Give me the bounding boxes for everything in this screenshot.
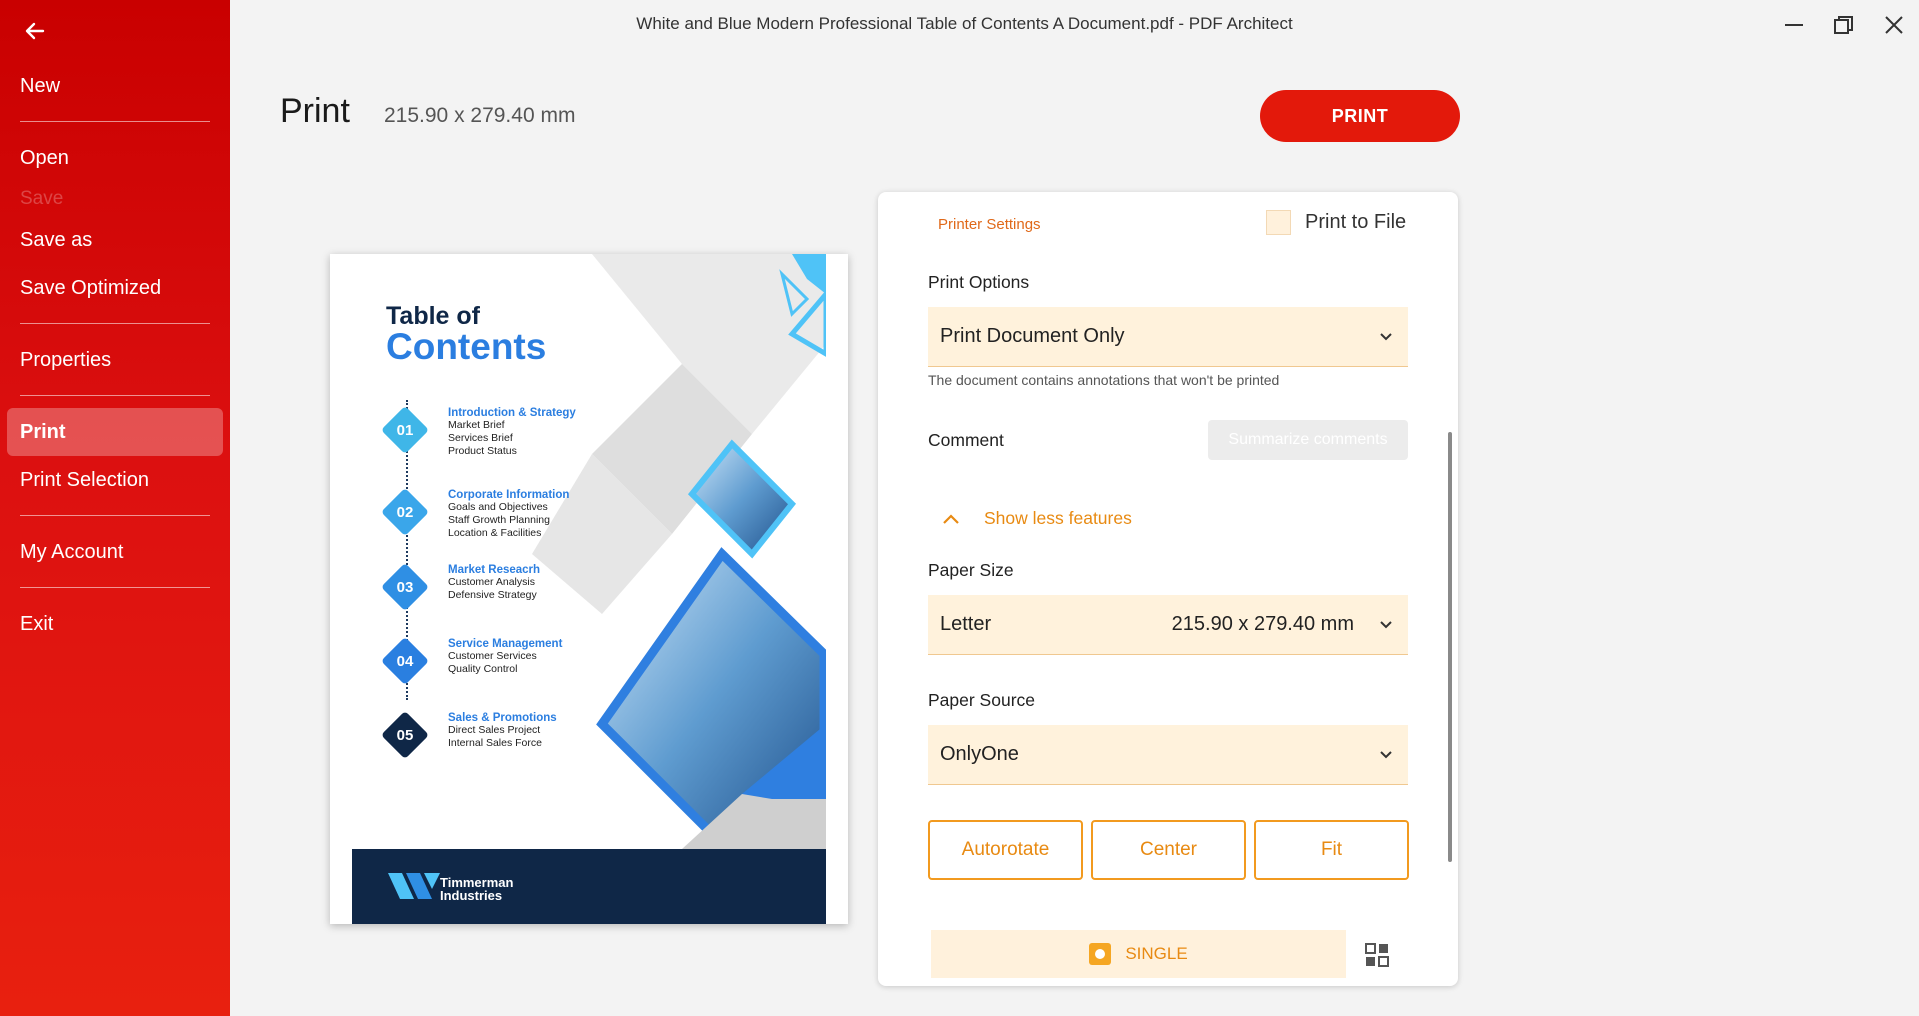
checkbox-box[interactable] bbox=[1266, 210, 1291, 235]
brand-name: Timmerman Industries bbox=[440, 875, 514, 903]
window-controls bbox=[1769, 6, 1919, 44]
chevron-down-icon bbox=[1380, 621, 1392, 629]
chevron-down-icon bbox=[1380, 751, 1392, 759]
menu-divider bbox=[20, 395, 210, 396]
minimize-icon[interactable] bbox=[1769, 6, 1819, 44]
back-arrow-icon[interactable] bbox=[20, 16, 50, 46]
comment-label: Comment bbox=[928, 430, 1004, 450]
toc-entry-text: Corporate Information Goals and Objectiv… bbox=[448, 489, 570, 539]
menu-item-save: Save bbox=[20, 188, 64, 209]
single-page-icon bbox=[1089, 943, 1112, 965]
toc-number-badge: 02 bbox=[380, 487, 430, 537]
print-options-label: Print Options bbox=[928, 272, 1030, 292]
paper-size-dimensions: 215.90 x 279.40 mm bbox=[1171, 613, 1354, 635]
tab-printer-settings[interactable]: Printer Settings bbox=[938, 216, 1041, 233]
single-page-button[interactable]: SINGLE bbox=[931, 930, 1346, 978]
paper-source-value: OnlyOne bbox=[940, 743, 1019, 765]
autorotate-button[interactable]: Autorotate bbox=[928, 820, 1083, 880]
menu-divider bbox=[20, 121, 210, 122]
menu-item-print[interactable]: Print bbox=[7, 408, 223, 456]
toc-entry: 03 Market Reseacrh Customer Analysis Def… bbox=[380, 562, 626, 624]
toc-entry-text: Service Management Customer Services Qua… bbox=[448, 638, 563, 675]
center-button[interactable]: Center bbox=[1091, 820, 1246, 880]
brand-logo-icon bbox=[388, 873, 440, 899]
toc-number-badge: 04 bbox=[380, 636, 430, 686]
multiple-pages-icon[interactable] bbox=[1364, 942, 1390, 968]
print-preview: Table of Contents 01 Introduction & Stra… bbox=[330, 254, 848, 924]
sidebar: New Open Save Save as Save Optimized Pro… bbox=[0, 0, 230, 1016]
menu-item-save-as[interactable]: Save as bbox=[0, 216, 230, 264]
page-title: Print bbox=[280, 92, 350, 130]
menu-divider bbox=[20, 515, 210, 516]
toc-number-badge: 05 bbox=[380, 710, 430, 760]
menu-item-properties[interactable]: Properties bbox=[0, 336, 230, 384]
printer-settings-panel: Printer Settings Print to File Print Opt… bbox=[878, 192, 1458, 986]
toc-entry: 01 Introduction & Strategy Market Brief … bbox=[380, 405, 626, 467]
paper-size-dropdown[interactable]: Letter 215.90 x 279.40 mm bbox=[928, 595, 1408, 655]
paper-source-label: Paper Source bbox=[928, 690, 1036, 710]
print-to-file-checkbox[interactable]: Print to File bbox=[1266, 210, 1406, 235]
paper-size-label: Paper Size bbox=[928, 560, 1014, 580]
toc-number-badge: 03 bbox=[380, 562, 430, 612]
menu-item-print-selection[interactable]: Print Selection bbox=[0, 456, 230, 504]
panel-scrollbar[interactable] bbox=[1448, 432, 1452, 862]
toc-entry-text: Market Reseacrh Customer Analysis Defens… bbox=[448, 564, 541, 601]
paper-source-dropdown[interactable]: OnlyOne bbox=[928, 725, 1408, 785]
toc-title-line2: Contents bbox=[386, 326, 547, 367]
window-title: White and Blue Modern Professional Table… bbox=[636, 14, 1293, 33]
chevron-up-icon bbox=[943, 513, 959, 524]
chevron-down-icon bbox=[1380, 333, 1392, 341]
backstage-menu: New Open Save Save as Save Optimized Pro… bbox=[0, 62, 230, 648]
menu-item-open[interactable]: Open bbox=[0, 134, 230, 182]
menu-item-new[interactable]: New bbox=[0, 62, 230, 110]
print-to-file-label: Print to File bbox=[1305, 211, 1407, 233]
summarize-comments-button: Summarize comments bbox=[1208, 420, 1408, 460]
paper-size-value: Letter bbox=[940, 613, 992, 635]
toc-entry: 05 Sales & Promotions Direct Sales Proje… bbox=[380, 710, 626, 772]
annotation-hint: The document contains annotations that w… bbox=[928, 372, 1280, 388]
toc-entry: 04 Service Management Customer Services … bbox=[380, 636, 626, 698]
fit-button[interactable]: Fit bbox=[1254, 820, 1409, 880]
toc-number-badge: 01 bbox=[380, 405, 430, 455]
print-button[interactable]: PRINT bbox=[1260, 90, 1460, 142]
page-size-label: 215.90 x 279.40 mm bbox=[384, 104, 576, 127]
toc-entry-text: Sales & Promotions Direct Sales Project … bbox=[448, 712, 557, 749]
toc-entry: 02 Corporate Information Goals and Objec… bbox=[380, 487, 626, 549]
title-bar: White and Blue Modern Professional Table… bbox=[230, 0, 1919, 50]
print-options-value: Print Document Only bbox=[940, 325, 1125, 347]
menu-divider bbox=[20, 323, 210, 324]
toc-entry-text: Introduction & Strategy Market Brief Ser… bbox=[448, 407, 576, 457]
show-less-features-toggle[interactable]: Show less features bbox=[942, 508, 1132, 529]
restore-icon[interactable] bbox=[1819, 6, 1869, 44]
close-icon[interactable] bbox=[1869, 6, 1919, 44]
menu-item-my-account[interactable]: My Account bbox=[0, 528, 230, 576]
menu-divider bbox=[20, 587, 210, 588]
menu-item-exit[interactable]: Exit bbox=[0, 600, 230, 648]
menu-item-save-optimized[interactable]: Save Optimized bbox=[0, 264, 230, 312]
print-options-dropdown[interactable]: Print Document Only bbox=[928, 307, 1408, 367]
preview-page: Table of Contents 01 Introduction & Stra… bbox=[352, 254, 826, 924]
